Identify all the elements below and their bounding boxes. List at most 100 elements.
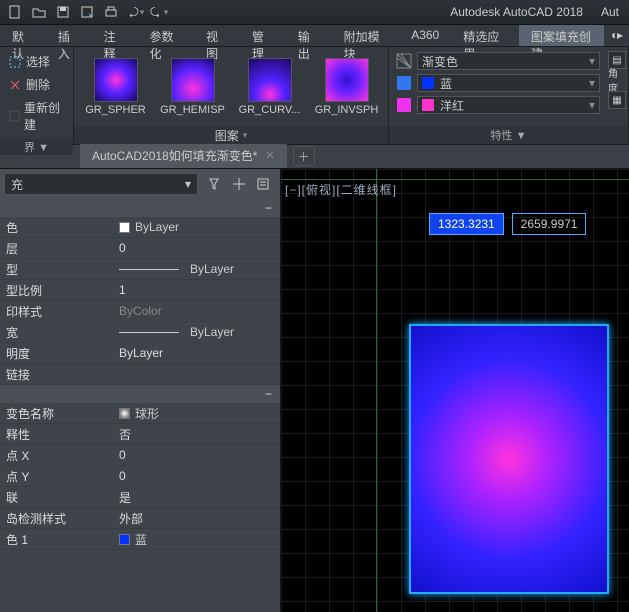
swatch-spher — [94, 58, 138, 102]
workspace: 充▾ − 色ByLayer 层0 型ByLayer 型比例1 印样式ByColo… — [0, 169, 629, 612]
quick-calc-icon[interactable] — [254, 175, 272, 193]
new-icon[interactable] — [4, 2, 26, 22]
angle-label[interactable]: 角度 — [608, 71, 624, 89]
prop-color1[interactable]: 色 1蓝 — [0, 529, 280, 550]
color-swatch — [119, 222, 130, 233]
swatch-curv — [248, 58, 292, 102]
group-general[interactable]: − — [0, 199, 280, 217]
prop-color[interactable]: 色ByLayer — [0, 217, 280, 238]
group-pattern[interactable]: − — [0, 385, 280, 403]
crosshair-vertical — [376, 169, 377, 612]
panel-title-props[interactable]: 特性 ▼ — [389, 126, 628, 144]
pattern-spher[interactable]: GR_SPHER — [81, 58, 151, 116]
recreate-label: 重新创建 — [24, 99, 65, 133]
coord-y[interactable]: 2659.9971 — [512, 213, 587, 235]
color1-dropdown[interactable]: 蓝▾ — [417, 74, 600, 92]
gradient-swatch — [119, 408, 130, 419]
crosshair-horizontal — [281, 179, 629, 180]
save-icon[interactable] — [52, 2, 74, 22]
tab-insert[interactable]: 插入 — [46, 25, 92, 46]
tab-more-icon[interactable]: ◖▸ — [604, 25, 629, 46]
tab-hatch-creation[interactable]: 图案填充创建 — [519, 25, 604, 46]
coord-readout: 1323.3231 2659.9971 — [429, 213, 586, 235]
tab-default[interactable]: 默认 — [0, 25, 46, 46]
prop-island[interactable]: 岛检测样式外部 — [0, 508, 280, 529]
hatch-type-icon — [395, 52, 413, 70]
document-tab[interactable]: AutoCAD2018如何填充渐变色* ✕ — [80, 143, 287, 168]
chevron-down-icon: ▾ — [589, 76, 595, 90]
panel-title-boundary[interactable]: 界 ▼ — [0, 139, 73, 155]
saveas-icon[interactable] — [76, 2, 98, 22]
gradient-hatch-object[interactable] — [409, 324, 609, 594]
title-extra: Aut — [601, 5, 619, 19]
pattern-hemisp[interactable]: GR_HEMISP — [158, 58, 228, 116]
ribbon-panel-props: 渐变色▾ 蓝▾ 洋红▾ ▤ 角度 ▦ 特性 ▼ — [389, 47, 629, 144]
hatch-type-value: 渐变色 — [422, 53, 458, 70]
drawing-canvas[interactable]: [−][俯视][二维线框] 1323.3231 2659.9971 — [281, 169, 629, 612]
object-type-value: 充 — [11, 176, 23, 193]
app-title: Autodesk AutoCAD 2018 Aut — [450, 5, 625, 19]
lineweight-preview — [119, 332, 179, 333]
recreate-button[interactable]: 重新创建 — [2, 97, 71, 135]
redo-icon[interactable]: ▾ — [148, 2, 170, 22]
delete-button[interactable]: 删除 — [2, 74, 71, 95]
chevron-down-icon: ▾ — [589, 54, 595, 68]
chevron-down-icon: ▾ — [243, 130, 248, 141]
color2-value: 洋红 — [440, 97, 464, 114]
prop-plotstyle[interactable]: 印样式ByColor — [0, 301, 280, 322]
document-tab-label: AutoCAD2018如何填充渐变色* — [92, 147, 257, 164]
document-tab-bar: AutoCAD2018如何填充渐变色* ✕ ＋ — [0, 145, 629, 169]
palette-header: 充▾ — [0, 169, 280, 199]
swatch-hemisp — [171, 58, 215, 102]
tab-manage[interactable]: 管理 — [240, 25, 286, 46]
label-invsph: GR_INVSPH — [315, 104, 379, 116]
open-icon[interactable] — [28, 2, 50, 22]
select-label: 选择 — [26, 53, 50, 70]
color2-swatch — [422, 99, 434, 111]
viewport-label[interactable]: [−][俯视][二维线框] — [285, 181, 397, 198]
object-type-dropdown[interactable]: 充▾ — [4, 173, 198, 195]
coord-x[interactable]: 1323.3231 — [429, 213, 504, 235]
ribbon-panel-boundary: 选择 删除 重新创建 界 ▼ — [0, 47, 74, 144]
prop-origin-x[interactable]: 点 X0 — [0, 445, 280, 466]
prop-ltscale[interactable]: 型比例1 — [0, 280, 280, 301]
prop-annotative[interactable]: 释性否 — [0, 424, 280, 445]
label-hemisp: GR_HEMISP — [160, 104, 225, 116]
select-button[interactable]: 选择 — [2, 51, 71, 72]
tab-featured[interactable]: 精选应用 — [451, 25, 519, 46]
prop-hyperlink[interactable]: 链接 — [0, 364, 280, 385]
prop-linetype[interactable]: 型ByLayer — [0, 259, 280, 280]
prop-origin-y[interactable]: 点 Y0 — [0, 466, 280, 487]
tab-annotate[interactable]: 注释 — [92, 25, 138, 46]
label-spher: GR_SPHER — [85, 104, 146, 116]
print-icon[interactable] — [100, 2, 122, 22]
properties-palette: 充▾ − 色ByLayer 层0 型ByLayer 型比例1 印样式ByColo… — [0, 169, 281, 612]
hatch-type-dropdown[interactable]: 渐变色 ▾ — [417, 52, 600, 70]
tab-output[interactable]: 输出 — [286, 25, 332, 46]
c1-swatch — [119, 534, 130, 545]
quick-select-icon[interactable] — [206, 175, 224, 193]
ribbon: 选择 删除 重新创建 界 ▼ GR_SPHER GR_HEMISP GR_CUR… — [0, 47, 629, 145]
ribbon-tabs: 默认 插入 注释 参数化 视图 管理 输出 附加模块 A360 精选应用 图案填… — [0, 25, 629, 47]
color2-dropdown[interactable]: 洋红▾ — [417, 96, 600, 114]
close-icon[interactable]: ✕ — [265, 149, 274, 162]
pattern-title-text: 图案 — [215, 127, 239, 144]
new-tab-button[interactable]: ＋ — [293, 146, 315, 166]
tab-a360[interactable]: A360 — [399, 25, 451, 46]
prop-associative[interactable]: 联是 — [0, 487, 280, 508]
tab-parametric[interactable]: 参数化 — [137, 25, 194, 46]
prop-transparency[interactable]: 明度ByLayer — [0, 343, 280, 364]
panel-title-pattern[interactable]: 图案 ▾ — [74, 126, 388, 144]
color2-icon — [395, 96, 413, 114]
prop-lineweight[interactable]: 宽ByLayer — [0, 322, 280, 343]
title-main: Autodesk AutoCAD 2018 — [450, 5, 583, 19]
tab-view[interactable]: 视图 — [194, 25, 240, 46]
prop-gradient-name[interactable]: 变色名称球形 — [0, 403, 280, 424]
select-objects-icon[interactable] — [230, 175, 248, 193]
opacity-icon[interactable]: ▦ — [608, 91, 626, 109]
pattern-invsph[interactable]: GR_INVSPH — [312, 58, 382, 116]
tab-addon[interactable]: 附加模块 — [332, 25, 400, 46]
undo-icon[interactable]: ▾ — [124, 2, 146, 22]
pattern-curv[interactable]: GR_CURV... — [235, 58, 305, 116]
prop-layer[interactable]: 层0 — [0, 238, 280, 259]
